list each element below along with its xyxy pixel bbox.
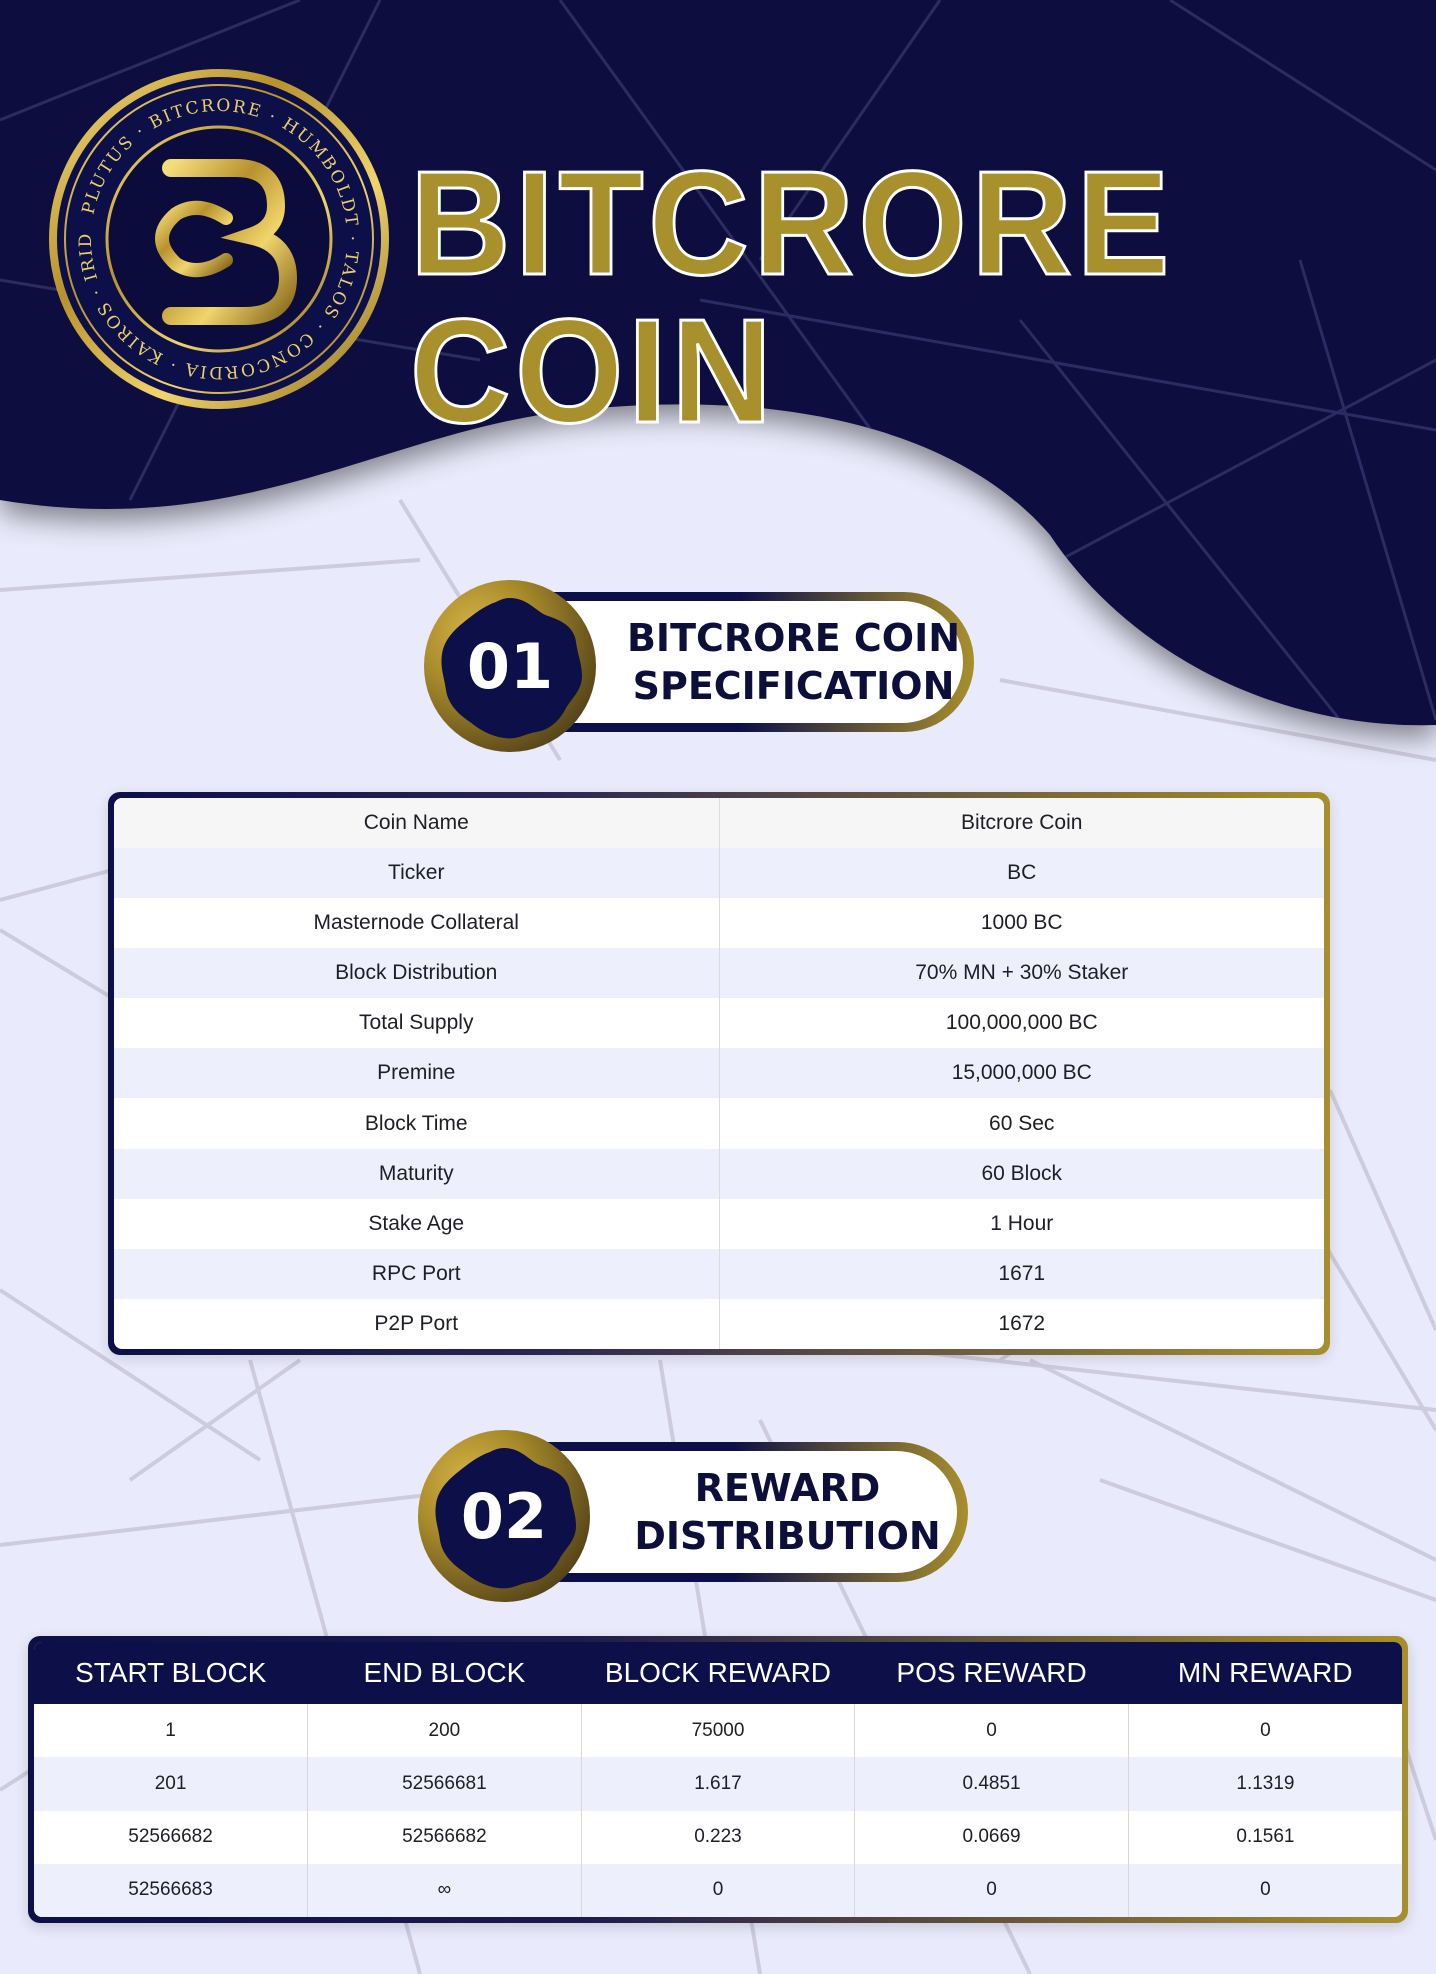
table-row: Ticker BC [114, 848, 1324, 899]
table-row: Block Distribution 70% MN + 30% Staker [114, 948, 1324, 999]
table-row: P2P Port 1672 [114, 1298, 1324, 1349]
infinity-cell: ∞ [307, 1863, 582, 1917]
table-cell: 0.0669 [854, 1810, 1129, 1864]
table-header-row: START BLOCK END BLOCK BLOCK REWARD POS R… [34, 1642, 1402, 1704]
table-cell: 0 [1128, 1863, 1402, 1917]
table-cell: 0 [854, 1863, 1129, 1917]
table-row: Maturity 60 Block [114, 1148, 1324, 1199]
table-row: Premine 15,000,000 BC [114, 1048, 1324, 1099]
table-cell: 1 [34, 1704, 309, 1758]
spec-value: 60 Sec [989, 1111, 1055, 1135]
section-number: 02 [460, 1479, 548, 1553]
spec-label: Coin Name [114, 798, 720, 849]
table-cell: 0 [854, 1704, 1129, 1758]
bitcrore-logo: PLUTUS · BITCRORE · HUMBOLDT · TALOS · C… [48, 68, 389, 409]
section-badge-specification: BITCRORE COIN SPECIFICATION 01 [424, 580, 976, 752]
spec-value: 1671 [719, 1248, 1324, 1299]
spec-value: Bitcrore Coin [719, 798, 1324, 849]
table-cell: 1.617 [581, 1757, 856, 1811]
section-title-line1: BITCRORE COIN [626, 615, 961, 660]
table-cell: 52566682 [307, 1810, 582, 1864]
spec-value: 1000 BC [980, 911, 1063, 935]
table-cell: 52566682 [34, 1810, 309, 1864]
spec-label: Total Supply [114, 998, 720, 1049]
table-cell: 1.1319 [1128, 1757, 1402, 1811]
specification-table-frame: Coin Name Bitcrore Coin Ticker BC Master… [108, 792, 1330, 1355]
table-cell: 201 [34, 1757, 309, 1811]
table-cell: 200 [307, 1704, 582, 1758]
spec-label: Stake Age [114, 1198, 720, 1249]
spec-value: 15,000,000 BC [719, 1048, 1324, 1099]
spec-value: 60 Block [719, 1148, 1324, 1199]
column-header: POS REWARD [854, 1642, 1129, 1704]
spec-label: P2P Port [114, 1298, 720, 1349]
spec-value: 100,000,000 BC [945, 1011, 1098, 1035]
table-row: Block Time 60 Sec [114, 1098, 1324, 1149]
spec-value: BC [719, 848, 1324, 899]
table-row: 52566683 ∞ 0 0 0 [34, 1863, 1402, 1917]
reward-table: START BLOCK END BLOCK BLOCK REWARD POS R… [34, 1642, 1402, 1917]
column-header: MN REWARD [1128, 1642, 1402, 1704]
spec-label: Block Time [114, 1098, 720, 1149]
page-title: BITCRORE COIN [409, 141, 1175, 454]
spec-value: 1672 [998, 1311, 1046, 1335]
table-cell: 0.1561 [1236, 1826, 1295, 1848]
specification-table: Coin Name Bitcrore Coin Ticker BC Master… [114, 798, 1324, 1349]
spec-label: Maturity [114, 1148, 720, 1199]
table-cell: 0 [581, 1863, 856, 1917]
table-row: 52566682 52566682 0.223 0.0669 0.1561 [34, 1810, 1402, 1864]
spec-label: Premine [114, 1048, 720, 1099]
spec-value: 1 Hour [990, 1211, 1054, 1235]
column-header: END BLOCK [307, 1642, 582, 1704]
table-row: RPC Port 1671 [114, 1248, 1324, 1299]
spec-value: 70% MN + 30% Staker [719, 948, 1324, 999]
table-cell: 0 [1260, 1719, 1271, 1741]
section-title-line2: DISTRIBUTION [634, 1514, 941, 1558]
table-row: 201 52566681 1.617 0.4851 1.1319 [34, 1757, 1402, 1811]
spec-label: Ticker [114, 848, 720, 899]
reward-table-frame: START BLOCK END BLOCK BLOCK REWARD POS R… [28, 1636, 1408, 1923]
table-row: Masternode Collateral 1000 BC [114, 898, 1324, 949]
table-cell: 0.4851 [854, 1757, 1129, 1811]
table-row: Total Supply 100,000,000 BC [114, 998, 1324, 1049]
spec-label: RPC Port [114, 1248, 720, 1299]
spec-label: Masternode Collateral [114, 898, 720, 949]
table-cell: 52566681 [307, 1757, 582, 1811]
section-title-line1: REWARD [694, 1465, 881, 1510]
table-row: 1 200 75000 0 0 [34, 1704, 1402, 1758]
table-cell: 52566683 [34, 1863, 309, 1917]
column-header: START BLOCK [34, 1642, 308, 1704]
section-title-line2: SPECIFICATION [632, 664, 955, 708]
table-cell: 0.223 [581, 1810, 856, 1864]
table-cell: 75000 [581, 1704, 856, 1758]
table-row: Stake Age 1 Hour [114, 1198, 1324, 1249]
section-badge-reward: REWARD DISTRIBUTION 02 [418, 1430, 970, 1602]
table-row: Coin Name Bitcrore Coin [114, 798, 1324, 849]
column-header: BLOCK REWARD [581, 1642, 855, 1704]
section-number: 01 [466, 629, 554, 703]
spec-label: Block Distribution [114, 948, 720, 999]
